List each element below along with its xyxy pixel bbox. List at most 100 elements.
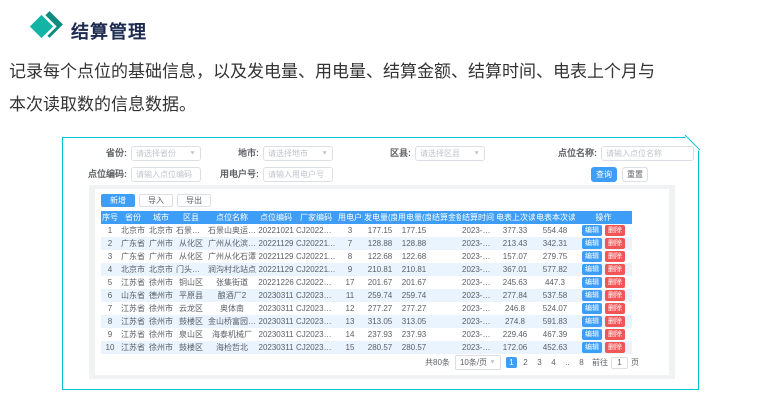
search-button[interactable]: 查询 bbox=[591, 167, 617, 182]
table-cell: 6 bbox=[101, 289, 119, 302]
page-number[interactable]: 8 bbox=[576, 358, 587, 367]
table-cell: 277.27 bbox=[363, 302, 397, 315]
table-cell: 徐州市 bbox=[147, 315, 175, 328]
page-number[interactable]: 2 bbox=[520, 358, 531, 367]
table-cell: 524.07 bbox=[535, 302, 575, 315]
export-button[interactable]: 导出 bbox=[177, 194, 211, 207]
settlement-table: 序号省份城市区县点位名称点位编码厂家编码用电户号发电量(度)用电量(度)结算金额… bbox=[101, 211, 632, 354]
table-cell: 2 bbox=[101, 237, 119, 250]
edit-button[interactable]: 编辑 bbox=[582, 277, 602, 288]
district-label: 区县: bbox=[347, 146, 411, 161]
table-cell: CJ20221129 bbox=[295, 250, 337, 263]
table-cell: 从化区 bbox=[175, 237, 207, 250]
table-cell: 277.84 bbox=[495, 289, 535, 302]
point-code-label: 点位编码: bbox=[63, 167, 127, 182]
goto-page-input[interactable] bbox=[611, 357, 628, 369]
edit-button[interactable]: 编辑 bbox=[582, 264, 602, 275]
table-actions-cell: 编辑删除 bbox=[575, 263, 632, 276]
district-select[interactable]: 请选择区县 ▼ bbox=[415, 146, 485, 161]
table-header-row: 序号省份城市区县点位名称点位编码厂家编码用电户号发电量(度)用电量(度)结算金额… bbox=[101, 211, 632, 224]
table-cell: 江苏省 bbox=[119, 328, 147, 341]
point-code-input[interactable] bbox=[136, 169, 196, 180]
page-size-select[interactable]: 10条/页 ▼ bbox=[455, 355, 501, 370]
page-unit-label: 页 bbox=[631, 357, 639, 368]
reset-button[interactable]: 重置 bbox=[622, 167, 648, 182]
table-cell: 280.57 bbox=[363, 341, 397, 354]
table-cell: 涧沟村北站点 bbox=[207, 263, 257, 276]
delete-button[interactable]: 删除 bbox=[605, 290, 625, 301]
table-cell: CJ20230311 bbox=[295, 315, 337, 328]
page-number[interactable]: 4 bbox=[548, 358, 559, 367]
table-cell: 11 bbox=[337, 289, 363, 302]
table-cell: 245.63 bbox=[495, 276, 535, 289]
table-cell: 377.33 bbox=[495, 224, 535, 237]
table-cell: 342.31 bbox=[535, 237, 575, 250]
table-cell bbox=[431, 328, 461, 341]
add-button[interactable]: 新增 bbox=[101, 194, 135, 207]
point-name-input[interactable] bbox=[606, 148, 689, 159]
table-actions-cell: 编辑删除 bbox=[575, 250, 632, 263]
page-number[interactable]: .. bbox=[562, 358, 573, 367]
table-cell: 20230311 bbox=[257, 289, 295, 302]
edit-button[interactable]: 编辑 bbox=[582, 225, 602, 236]
table-cell: 274.8 bbox=[495, 315, 535, 328]
table-cell: 海泰机械厂 bbox=[207, 328, 257, 341]
table-cell: 201.67 bbox=[397, 276, 431, 289]
delete-button[interactable]: 删除 bbox=[605, 251, 625, 262]
delete-button[interactable]: 删除 bbox=[605, 303, 625, 314]
table-cell: 徐州市 bbox=[147, 302, 175, 315]
edit-button[interactable]: 编辑 bbox=[582, 303, 602, 314]
table-row: 4北京市北京市门头沟区涧沟村北站点20221129CJ202211299210.… bbox=[101, 263, 632, 276]
page-number[interactable]: 3 bbox=[534, 358, 545, 367]
delete-button[interactable]: 删除 bbox=[605, 329, 625, 340]
chevron-down-icon: ▼ bbox=[473, 148, 480, 158]
settlement-management-page: 结算管理 记录每个点位的基础信息，以及发电量、用电量、结算金额、结算时间、电表上… bbox=[0, 0, 760, 401]
table-cell: CJ20221226 bbox=[295, 276, 337, 289]
table-cell: 江苏省 bbox=[119, 315, 147, 328]
table-actions-cell: 编辑删除 bbox=[575, 289, 632, 302]
delete-button[interactable]: 删除 bbox=[605, 277, 625, 288]
table-cell: 2023-09.. bbox=[461, 315, 495, 328]
table-cell: 277.27 bbox=[397, 302, 431, 315]
table-cell: 金山桥富园站点 bbox=[207, 315, 257, 328]
edit-button[interactable]: 编辑 bbox=[582, 329, 602, 340]
table-cell: 2023-09.. bbox=[461, 237, 495, 250]
edit-button[interactable]: 编辑 bbox=[582, 342, 602, 353]
table-cell: CJ20230311 bbox=[295, 328, 337, 341]
table-cell: CJ20230311 bbox=[295, 302, 337, 315]
delete-button[interactable]: 删除 bbox=[605, 238, 625, 249]
page-size-value: 10条/页 bbox=[460, 357, 487, 368]
table-cell: 157.07 bbox=[495, 250, 535, 263]
delete-button[interactable]: 删除 bbox=[605, 264, 625, 275]
edit-button[interactable]: 编辑 bbox=[582, 238, 602, 249]
table-cell: 20221021 bbox=[257, 224, 295, 237]
table-cell: 山东省 bbox=[119, 289, 147, 302]
table-cell: 2023-09.. bbox=[461, 263, 495, 276]
edit-button[interactable]: 编辑 bbox=[582, 316, 602, 327]
delete-button[interactable]: 删除 bbox=[605, 316, 625, 327]
import-button[interactable]: 导入 bbox=[139, 194, 173, 207]
electric-account-input[interactable] bbox=[268, 169, 328, 180]
edit-button[interactable]: 编辑 bbox=[582, 251, 602, 262]
city-select[interactable]: 请选择地市 ▼ bbox=[263, 146, 333, 161]
edit-button[interactable]: 编辑 bbox=[582, 290, 602, 301]
table-cell: 15 bbox=[337, 341, 363, 354]
delete-button[interactable]: 删除 bbox=[605, 342, 625, 353]
province-select[interactable]: 请选择省份 ▼ bbox=[131, 146, 201, 161]
table-row: 9江苏省徐州市泉山区海泰机械厂20230311CJ2023031114237.9… bbox=[101, 328, 632, 341]
table-cell bbox=[431, 263, 461, 276]
table-actions-cell: 编辑删除 bbox=[575, 328, 632, 341]
city-label: 地市: bbox=[195, 146, 259, 161]
delete-button[interactable]: 删除 bbox=[605, 225, 625, 236]
description-line-1: 记录每个点位的基础信息，以及发电量、用电量、结算金额、结算时间、电表上个月与 bbox=[9, 55, 734, 88]
diamond-icon bbox=[26, 9, 66, 49]
page-number-active[interactable]: 1 bbox=[506, 357, 517, 368]
table-cell: 石景山奥运场馆 bbox=[207, 224, 257, 237]
table-cell: 259.74 bbox=[363, 289, 397, 302]
table-cell bbox=[431, 315, 461, 328]
table-cell: 江苏省 bbox=[119, 302, 147, 315]
district-select-placeholder: 请选择区县 bbox=[420, 147, 460, 160]
table-cell: 237.93 bbox=[363, 328, 397, 341]
settlement-panel: 省份: 请选择省份 ▼ 地市: 请选择地市 ▼ 区县: 请选择区县 ▼ 点位名称… bbox=[62, 137, 699, 390]
table-header-cell: 结算时间 bbox=[461, 211, 495, 224]
